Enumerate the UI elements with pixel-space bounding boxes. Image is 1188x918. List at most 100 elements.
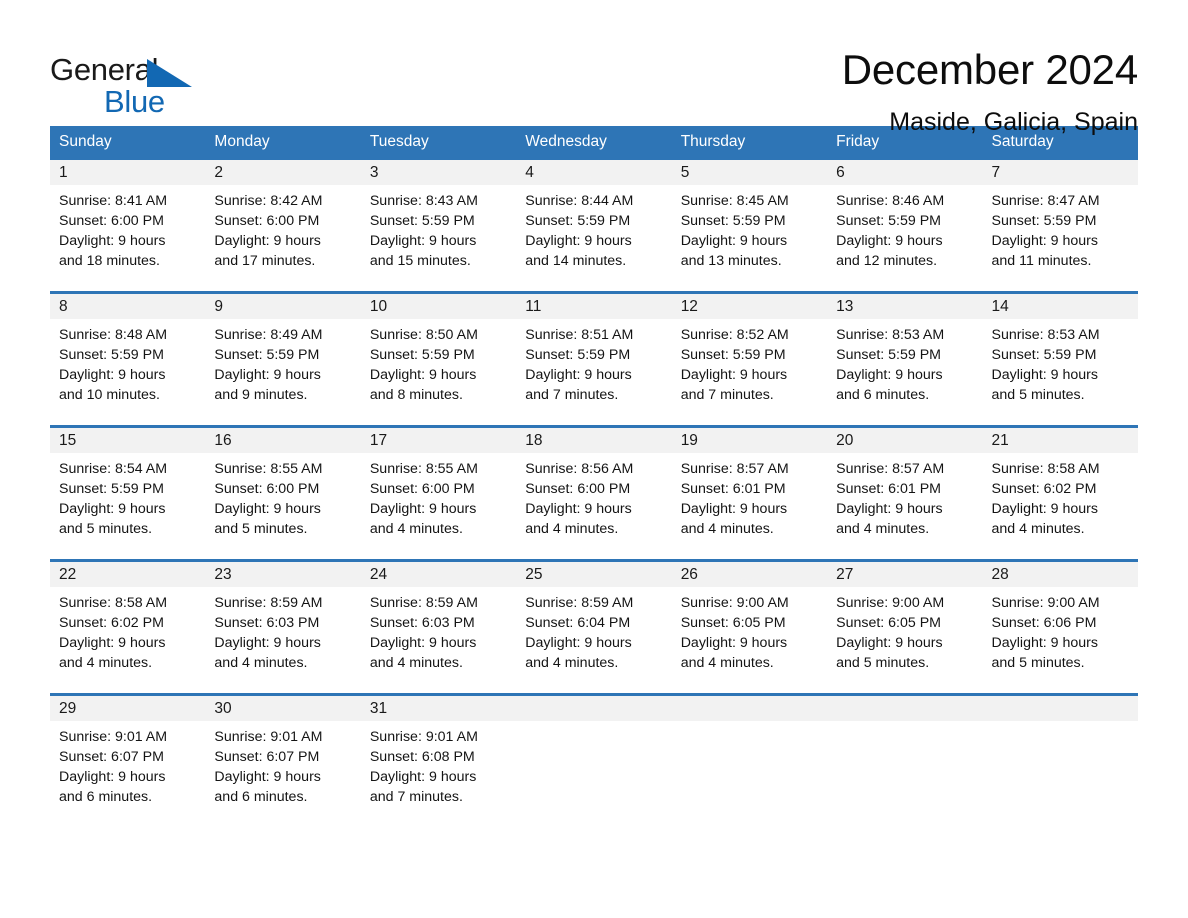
day-cell[interactable]: 3 Sunrise: 8:43 AM Sunset: 5:59 PM Dayli… <box>360 160 517 291</box>
day-number: 23 <box>214 566 232 583</box>
daylight-text-line1: Daylight: 9 hours <box>991 635 1098 651</box>
weekday-header-sunday: Sunday <box>59 133 112 150</box>
day-details: Sunrise: 8:41 AM Sunset: 6:00 PM Dayligh… <box>50 185 205 271</box>
day-cell[interactable]: 10 Sunrise: 8:50 AM Sunset: 5:59 PM Dayl… <box>360 294 517 425</box>
daylight-text-line1: Daylight: 9 hours <box>525 233 632 249</box>
day-cell[interactable]: 27 Sunrise: 9:00 AM Sunset: 6:05 PM Dayl… <box>827 562 983 693</box>
day-details: Sunrise: 8:47 AM Sunset: 5:59 PM Dayligh… <box>983 185 1138 271</box>
sunrise-text: Sunrise: 8:58 AM <box>59 595 168 611</box>
page-title: December 2024 <box>841 46 1138 93</box>
day-number-band <box>827 696 983 721</box>
day-number-band: 1 <box>50 160 206 185</box>
day-cell[interactable]: 1 Sunrise: 8:41 AM Sunset: 6:00 PM Dayli… <box>50 160 206 291</box>
day-cell[interactable]: 20 Sunrise: 8:57 AM Sunset: 6:01 PM Dayl… <box>827 428 983 559</box>
day-cell[interactable]: 28 Sunrise: 9:00 AM Sunset: 6:06 PM Dayl… <box>982 562 1138 693</box>
day-cell[interactable]: 23 Sunrise: 8:59 AM Sunset: 6:03 PM Dayl… <box>205 562 361 693</box>
sunset-text: Sunset: 5:59 PM <box>59 481 164 497</box>
day-number: 7 <box>991 164 1001 181</box>
day-details: Sunrise: 8:43 AM Sunset: 5:59 PM Dayligh… <box>361 185 516 271</box>
day-details: Sunrise: 8:55 AM Sunset: 6:00 PM Dayligh… <box>361 453 516 539</box>
day-cell[interactable]: 12 Sunrise: 8:52 AM Sunset: 5:59 PM Dayl… <box>671 294 828 425</box>
sunset-text: Sunset: 5:59 PM <box>991 213 1097 229</box>
day-number: 4 <box>525 164 534 181</box>
day-cell[interactable]: 24 Sunrise: 8:59 AM Sunset: 6:03 PM Dayl… <box>360 562 517 693</box>
day-cell[interactable]: 9 Sunrise: 8:49 AM Sunset: 5:59 PM Dayli… <box>205 294 361 425</box>
day-cell[interactable]: 2 Sunrise: 8:42 AM Sunset: 6:00 PM Dayli… <box>205 160 361 291</box>
day-number: 3 <box>369 164 379 181</box>
day-number: 30 <box>214 700 232 717</box>
day-details: Sunrise: 8:57 AM Sunset: 6:01 PM Dayligh… <box>672 453 827 539</box>
day-cell[interactable]: 26 Sunrise: 9:00 AM Sunset: 6:05 PM Dayl… <box>671 562 828 693</box>
day-cell[interactable]: 31 Sunrise: 9:01 AM Sunset: 6:08 PM Dayl… <box>360 696 517 813</box>
logo-text-general: General <box>50 52 159 87</box>
day-number-band: 5 <box>671 160 828 185</box>
day-cell[interactable]: 11 Sunrise: 8:51 AM Sunset: 5:59 PM Dayl… <box>516 294 672 425</box>
sunset-text: Sunset: 6:00 PM <box>525 481 631 497</box>
day-number-band: 26 <box>671 562 828 587</box>
sunrise-text: Sunrise: 8:52 AM <box>680 327 789 343</box>
day-number-band <box>982 696 1138 721</box>
daylight-text-line2: and 4 minutes. <box>59 655 153 671</box>
day-cell[interactable]: 5 Sunrise: 8:45 AM Sunset: 5:59 PM Dayli… <box>671 160 828 291</box>
daylight-text-line2: and 7 minutes. <box>525 387 619 403</box>
daylight-text-line1: Daylight: 9 hours <box>214 233 321 249</box>
daylight-text-line1: Daylight: 9 hours <box>991 367 1098 383</box>
sunrise-text: Sunrise: 8:49 AM <box>214 327 323 343</box>
day-cell[interactable]: 13 Sunrise: 8:53 AM Sunset: 5:59 PM Dayl… <box>827 294 983 425</box>
day-number: 14 <box>991 298 1009 315</box>
day-cell[interactable]: 17 Sunrise: 8:55 AM Sunset: 6:00 PM Dayl… <box>360 428 517 559</box>
day-cell[interactable]: 16 Sunrise: 8:55 AM Sunset: 6:00 PM Dayl… <box>205 428 361 559</box>
daylight-text-line2: and 5 minutes. <box>59 521 153 537</box>
daylight-text-line2: and 4 minutes. <box>991 521 1085 537</box>
calendar-page: General Blue December 2024 Maside, Galic… <box>0 0 1188 918</box>
generalblue-logo[interactable]: General Blue <box>50 46 200 118</box>
daylight-text-line2: and 4 minutes. <box>369 521 463 537</box>
daylight-text-line2: and 4 minutes. <box>369 655 463 671</box>
sunrise-text: Sunrise: 8:47 AM <box>991 193 1100 209</box>
day-cell[interactable]: 8 Sunrise: 8:48 AM Sunset: 5:59 PM Dayli… <box>50 294 206 425</box>
day-cell-empty <box>516 696 672 813</box>
day-number: 12 <box>680 298 698 315</box>
title-block: December 2024 Maside, Galicia, Spain <box>200 46 1138 137</box>
sunrise-text: Sunrise: 8:43 AM <box>369 193 478 209</box>
day-cell[interactable]: 4 Sunrise: 8:44 AM Sunset: 5:59 PM Dayli… <box>516 160 672 291</box>
daylight-text-line2: and 15 minutes. <box>369 253 471 269</box>
sunset-text: Sunset: 6:06 PM <box>991 615 1097 631</box>
daylight-text-line1: Daylight: 9 hours <box>525 501 632 517</box>
weekday-header-friday: Friday <box>836 133 880 150</box>
sunset-text: Sunset: 6:08 PM <box>369 749 475 765</box>
daylight-text-line1: Daylight: 9 hours <box>214 635 321 651</box>
day-number: 13 <box>836 298 854 315</box>
daylight-text-line1: Daylight: 9 hours <box>214 501 321 517</box>
day-details: Sunrise: 9:00 AM Sunset: 6:06 PM Dayligh… <box>983 587 1138 673</box>
day-cell[interactable]: 25 Sunrise: 8:59 AM Sunset: 6:04 PM Dayl… <box>516 562 672 693</box>
day-cell[interactable]: 21 Sunrise: 8:58 AM Sunset: 6:02 PM Dayl… <box>982 428 1138 559</box>
sunset-text: Sunset: 6:01 PM <box>680 481 786 497</box>
day-number-band: 4 <box>516 160 672 185</box>
day-number-band: 17 <box>360 428 517 453</box>
daylight-text-line2: and 4 minutes. <box>836 521 930 537</box>
day-details: Sunrise: 8:55 AM Sunset: 6:00 PM Dayligh… <box>205 453 360 539</box>
day-number: 17 <box>369 432 388 449</box>
day-cell[interactable]: 19 Sunrise: 8:57 AM Sunset: 6:01 PM Dayl… <box>671 428 828 559</box>
sunset-text: Sunset: 6:00 PM <box>369 481 475 497</box>
day-cell[interactable]: 18 Sunrise: 8:56 AM Sunset: 6:00 PM Dayl… <box>516 428 672 559</box>
daylight-text-line2: and 6 minutes. <box>214 789 308 805</box>
daylight-text-line2: and 18 minutes. <box>59 253 160 269</box>
sunset-text: Sunset: 6:01 PM <box>836 481 941 497</box>
day-cell[interactable]: 15 Sunrise: 8:54 AM Sunset: 5:59 PM Dayl… <box>50 428 206 559</box>
day-cell[interactable]: 6 Sunrise: 8:46 AM Sunset: 5:59 PM Dayli… <box>827 160 983 291</box>
day-details: Sunrise: 8:59 AM Sunset: 6:03 PM Dayligh… <box>361 587 516 673</box>
sunset-text: Sunset: 6:00 PM <box>214 481 320 497</box>
day-cell[interactable]: 7 Sunrise: 8:47 AM Sunset: 5:59 PM Dayli… <box>982 160 1138 291</box>
sunrise-text: Sunrise: 9:00 AM <box>991 595 1100 611</box>
sunset-text: Sunset: 5:59 PM <box>991 347 1097 363</box>
day-cell[interactable]: 29 Sunrise: 9:01 AM Sunset: 6:07 PM Dayl… <box>50 696 206 813</box>
day-cell[interactable]: 14 Sunrise: 8:53 AM Sunset: 5:59 PM Dayl… <box>982 294 1138 425</box>
day-number: 22 <box>59 566 77 583</box>
day-cell[interactable]: 22 Sunrise: 8:58 AM Sunset: 6:02 PM Dayl… <box>50 562 206 693</box>
day-number: 1 <box>59 164 68 181</box>
day-number-band: 25 <box>516 562 672 587</box>
day-cell[interactable]: 30 Sunrise: 9:01 AM Sunset: 6:07 PM Dayl… <box>205 696 361 813</box>
sunrise-text: Sunrise: 9:00 AM <box>836 595 945 611</box>
